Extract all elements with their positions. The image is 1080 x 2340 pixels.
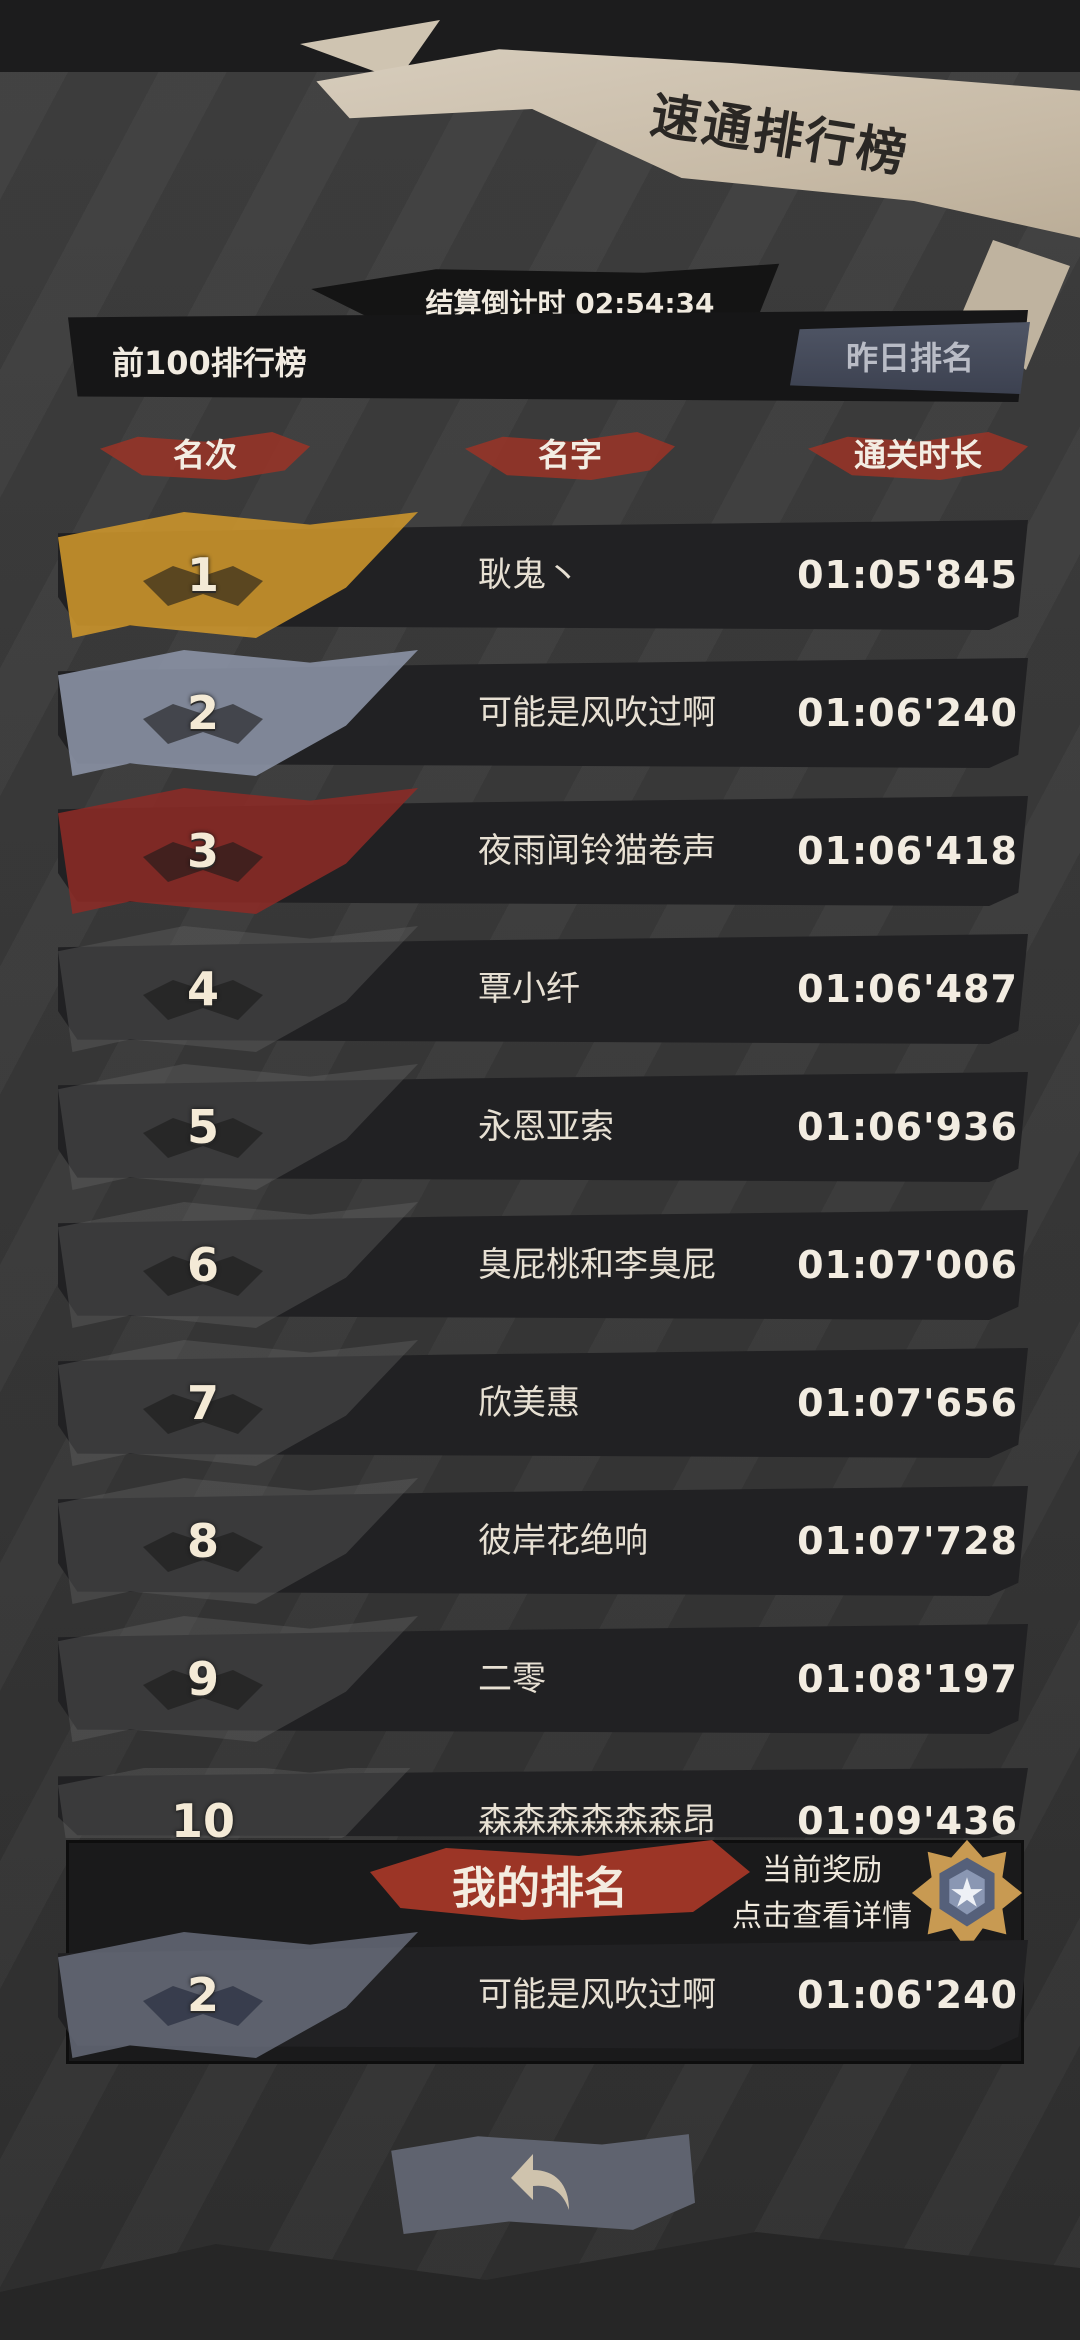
player-name: 夜雨闻铃猫卷声 [478, 831, 716, 871]
player-name: 可能是风吹过啊 [478, 693, 716, 733]
rank-number: 9 [186, 1652, 219, 1706]
name-column-header: 名字 [537, 436, 602, 474]
leaderboard-row: 10 森森森森森森昂 01:09'436 [58, 1768, 1028, 1838]
rank-number: 2 [186, 1968, 219, 2022]
player-name: 耿鬼丶 [478, 555, 580, 595]
clear-time: 01:07'656 [797, 1381, 1018, 1425]
leaderboard-row: 6 臭屁桃和李臭屁 01:07'006 [58, 1202, 1028, 1328]
clear-time: 01:08'197 [797, 1657, 1018, 1701]
player-name: 臭屁桃和李臭屁 [478, 1245, 716, 1285]
player-name: 欣美惠 [478, 1383, 580, 1423]
clear-time: 01:07'006 [797, 1243, 1018, 1287]
clear-time: 01:07'728 [797, 1519, 1018, 1563]
rank-number: 10 [170, 1794, 235, 1838]
leaderboard-row: 2 可能是风吹过啊 01:06'240 [58, 650, 1028, 776]
tab-top100: 前100排行榜 [112, 344, 307, 382]
leaderboard-row: 1 耿鬼丶 01:05'845 [58, 512, 1028, 638]
rank-number: 5 [186, 1100, 219, 1154]
player-name: 森森森森森森昂 [478, 1801, 716, 1838]
silver-medal-icon[interactable] [908, 1836, 1026, 1954]
clear-time: 01:06'936 [797, 1105, 1018, 1149]
clear-time: 01:05'845 [797, 553, 1018, 597]
back-arrow-icon[interactable] [505, 2140, 575, 2220]
reward-line-2: 点击查看详情 [732, 1899, 912, 1934]
rank-number: 3 [186, 824, 219, 878]
time-column-header: 通关时长 [853, 436, 982, 474]
yesterday-ranking-label: 昨日排名 [845, 339, 974, 377]
my-rank-title: 我的排名 [452, 1863, 628, 1914]
clear-time: 01:09'436 [797, 1799, 1018, 1838]
leaderboard-row: 3 夜雨闻铃猫卷声 01:06'418 [58, 788, 1028, 914]
yesterday-ranking-button[interactable]: 昨日排名 [790, 322, 1030, 394]
player-name: 覃小纤 [478, 969, 580, 1009]
leaderboard-row: 9 二零 01:08'197 [58, 1616, 1028, 1742]
clear-time: 01:06'240 [797, 1973, 1018, 2017]
rank-number: 8 [186, 1514, 219, 1568]
player-name: 可能是风吹过啊 [478, 1975, 716, 2015]
reward-line-1: 当前奖励 [762, 1853, 882, 1888]
player-name: 二零 [478, 1659, 546, 1699]
clear-time: 01:06'418 [797, 829, 1018, 873]
clear-time: 01:06'240 [797, 691, 1018, 735]
leaderboard-row: 8 彼岸花绝响 01:07'728 [58, 1478, 1028, 1604]
my-rank-row: 2 可能是风吹过啊 01:06'240 [58, 1932, 1028, 2058]
rank-number: 4 [186, 962, 219, 1016]
player-name: 彼岸花绝响 [478, 1521, 648, 1561]
rank-column-header: 名次 [172, 436, 237, 474]
clear-time: 01:06'487 [797, 967, 1018, 1011]
current-reward-link[interactable]: 当前奖励 点击查看详情 [712, 1848, 932, 1940]
rank-number: 1 [186, 548, 219, 602]
rank-number: 7 [186, 1376, 219, 1430]
leaderboard-row: 5 永恩亚索 01:06'936 [58, 1064, 1028, 1190]
rank-number: 6 [186, 1238, 219, 1292]
leaderboard-row: 4 覃小纤 01:06'487 [58, 926, 1028, 1052]
player-name: 永恩亚索 [478, 1107, 614, 1147]
leaderboard-row: 7 欣美惠 01:07'656 [58, 1340, 1028, 1466]
rank-number: 2 [186, 686, 219, 740]
